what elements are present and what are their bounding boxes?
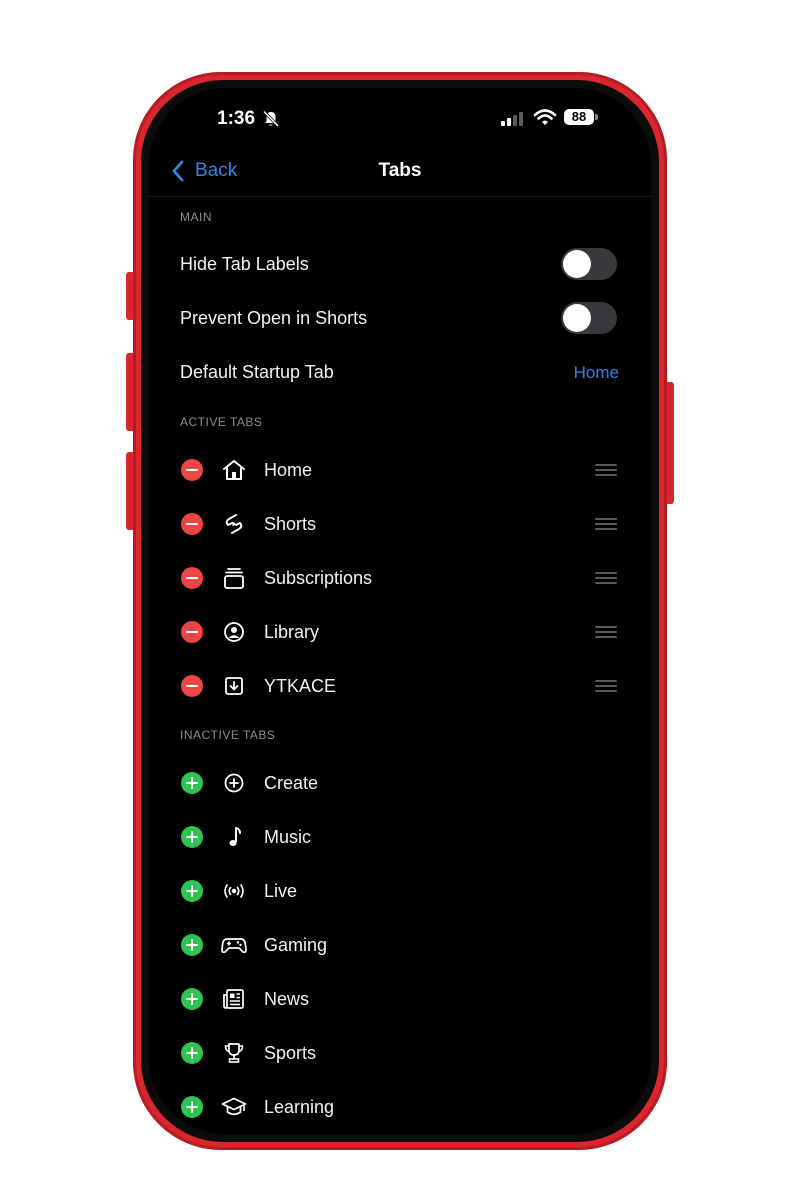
download-icon	[221, 674, 247, 698]
tab-label: News	[264, 989, 310, 1009]
tab-label: Library	[264, 622, 320, 642]
add-button[interactable]	[181, 880, 203, 902]
inactive-tab-news: News	[149, 977, 651, 1031]
active-tab-ytkace: YTKACE	[149, 664, 651, 718]
tab-label: YTKACE	[264, 676, 337, 696]
tab-label: Subscriptions	[264, 568, 373, 588]
battery-cap	[595, 114, 598, 120]
screen: 1:36 88 Back Tabs MAIN Hide Tab Labels P…	[149, 88, 651, 1134]
hide-tab-labels-toggle[interactable]	[561, 248, 617, 280]
row-label: Hide Tab Labels	[180, 254, 309, 274]
tab-label: Music	[264, 827, 312, 847]
row-default-startup-tab[interactable]: Default Startup Tab Home	[149, 347, 651, 401]
tab-label: Live	[264, 881, 298, 901]
row-label: Prevent Open in Shorts	[180, 308, 368, 328]
inactive-tab-live: Live	[149, 869, 651, 923]
tab-label: Gaming	[264, 935, 328, 955]
active-tab-home: Home	[149, 448, 651, 502]
status-time: 1:36	[217, 108, 256, 129]
active-tab-library: Library	[149, 610, 651, 664]
prevent-open-in-shorts-toggle[interactable]	[561, 302, 617, 334]
inactive-tab-music: Music	[149, 815, 651, 869]
add-button[interactable]	[181, 988, 203, 1010]
create-icon	[221, 771, 247, 795]
inactive-tab-gaming: Gaming	[149, 923, 651, 977]
remove-button[interactable]	[181, 675, 203, 697]
toggle-knob	[563, 304, 591, 332]
remove-button[interactable]	[181, 513, 203, 535]
subscriptions-icon	[221, 566, 247, 590]
remove-button[interactable]	[181, 567, 203, 589]
section-header-active-tabs: ACTIVE TABS	[180, 415, 263, 429]
inactive-tab-sports: Sports	[149, 1031, 651, 1085]
drag-handle[interactable]	[595, 464, 617, 476]
add-button[interactable]	[181, 934, 203, 956]
shorts-icon	[221, 512, 247, 536]
battery-icon: 88	[564, 108, 600, 128]
add-button[interactable]	[181, 1096, 203, 1118]
row-hide-tab-labels: Hide Tab Labels	[149, 239, 651, 293]
wifi-icon	[533, 108, 557, 128]
tab-label: Sports	[264, 1043, 317, 1063]
home-icon	[221, 458, 247, 482]
bell-slash-icon	[261, 109, 281, 129]
toggle-knob	[563, 250, 591, 278]
active-tab-shorts: Shorts	[149, 502, 651, 556]
page-title: Tabs	[378, 160, 422, 181]
default-startup-tab-value[interactable]: Home	[574, 363, 619, 383]
navigation-bar: Back Tabs	[149, 144, 651, 197]
music-note-icon	[221, 825, 247, 849]
add-button[interactable]	[181, 772, 203, 794]
trophy-icon	[221, 1041, 247, 1065]
section-header-main: MAIN	[180, 210, 212, 224]
add-button[interactable]	[181, 1042, 203, 1064]
live-broadcast-icon	[221, 879, 247, 903]
library-icon	[221, 620, 247, 644]
tab-label: Create	[264, 773, 319, 793]
add-button[interactable]	[181, 826, 203, 848]
inactive-tab-learning: Learning	[149, 1085, 651, 1134]
tab-label: Home	[264, 460, 313, 480]
drag-handle[interactable]	[595, 680, 617, 692]
section-header-inactive-tabs: INACTIVE TABS	[180, 728, 276, 742]
drag-handle[interactable]	[595, 626, 617, 638]
active-tab-subscriptions: Subscriptions	[149, 556, 651, 610]
graduation-cap-icon	[221, 1095, 247, 1119]
gamepad-icon	[221, 933, 247, 957]
cellular-signal-icon	[501, 112, 525, 126]
inactive-tab-create: Create	[149, 761, 651, 815]
remove-button[interactable]	[181, 621, 203, 643]
row-label: Default Startup Tab	[180, 362, 334, 382]
battery-level: 88	[564, 109, 594, 125]
remove-button[interactable]	[181, 459, 203, 481]
newspaper-icon	[221, 987, 247, 1011]
drag-handle[interactable]	[595, 518, 617, 530]
row-prevent-open-in-shorts: Prevent Open in Shorts	[149, 293, 651, 347]
tab-label: Shorts	[264, 514, 317, 534]
drag-handle[interactable]	[595, 572, 617, 584]
tab-label: Learning	[264, 1097, 335, 1117]
